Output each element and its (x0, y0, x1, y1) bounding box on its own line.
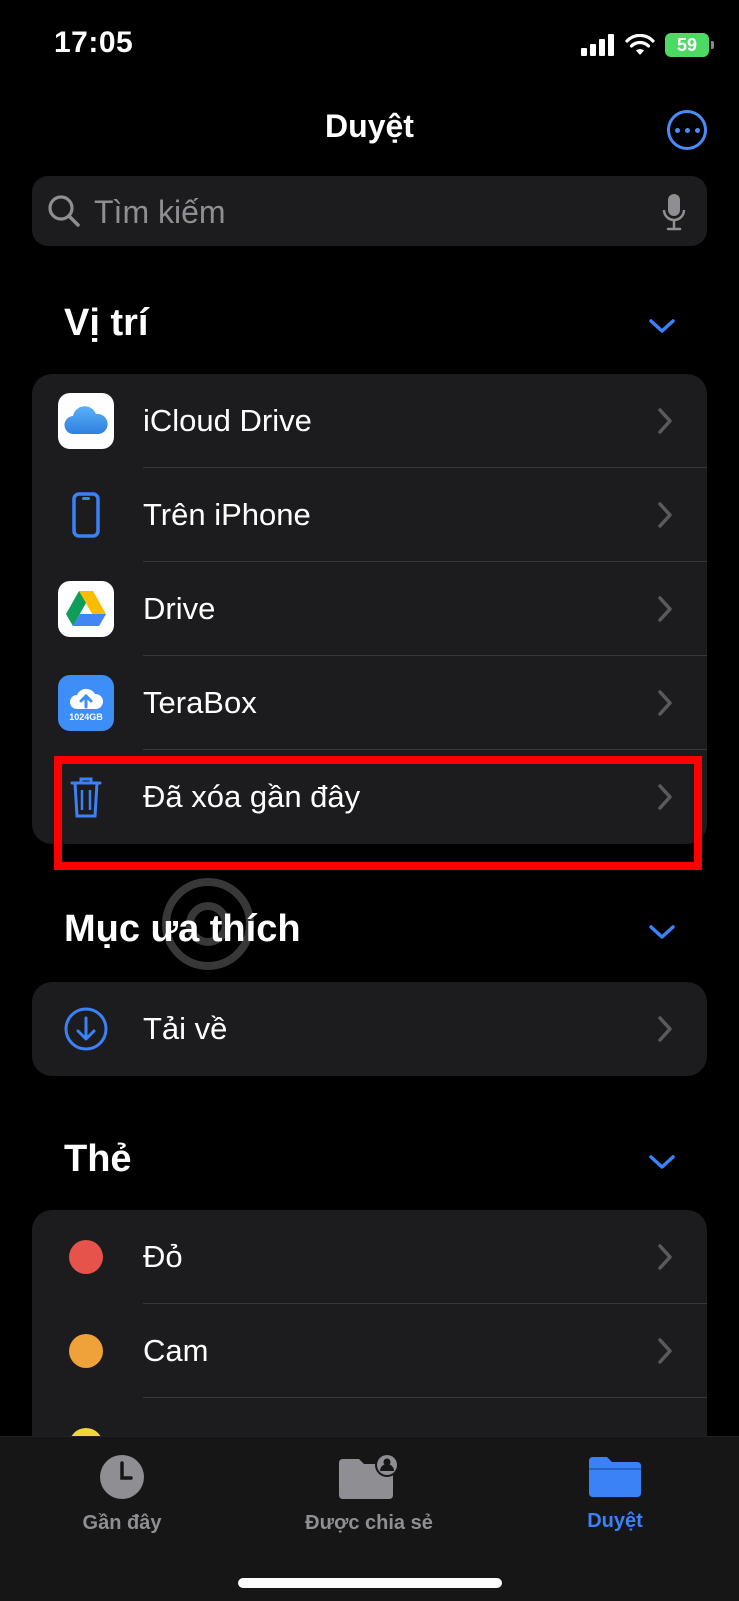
more-options-button[interactable] (667, 110, 707, 150)
list-item-label: Đỏ (143, 1239, 183, 1274)
folder-icon (589, 1457, 641, 1497)
chevron-right-icon (658, 690, 672, 716)
dot-icon (674, 127, 680, 133)
list-item-label: iCloud Drive (143, 403, 312, 438)
highlight-box (54, 756, 702, 870)
search-icon (48, 195, 80, 227)
chevron-down-icon[interactable] (649, 318, 675, 334)
download-icon (58, 1001, 114, 1057)
status-bar: 17:05 59 (0, 0, 739, 90)
search-input[interactable] (92, 176, 656, 248)
tab-label: Gần đây (82, 1512, 162, 1534)
list-item-tag-orange[interactable]: Cam (32, 1304, 707, 1398)
section-title-locations: Vị trí (64, 302, 149, 344)
shared-folder-icon (339, 1453, 399, 1499)
tab-label: Được chia sẻ (305, 1512, 433, 1534)
wifi-icon (625, 34, 655, 55)
list-item-icloud-drive[interactable]: iCloud Drive (32, 374, 707, 468)
chevron-down-icon[interactable] (649, 1154, 675, 1170)
home-indicator (238, 1578, 502, 1588)
terabox-badge: 1024GB (69, 711, 103, 722)
chevron-right-icon (658, 596, 672, 622)
google-drive-icon (58, 581, 114, 637)
section-title-tags: Thẻ (64, 1138, 132, 1180)
list-item-on-iphone[interactable]: Trên iPhone (32, 468, 707, 562)
favorites-list: Tải về (32, 982, 707, 1076)
status-time: 17:05 (54, 26, 134, 59)
list-item-drive[interactable]: Drive (32, 562, 707, 656)
chevron-right-icon (658, 1016, 672, 1042)
tab-shared[interactable]: Được chia sẻ (269, 1453, 469, 1535)
chevron-right-icon (658, 502, 672, 528)
tab-bar: Gần đây Được chia sẻ Duyệt (0, 1436, 739, 1601)
cellular-signal-icon (581, 34, 614, 56)
tags-list: Đỏ Cam (32, 1210, 707, 1470)
tag-dot-icon (58, 1229, 114, 1285)
microphone-icon[interactable] (661, 192, 687, 232)
list-item-label: TeraBox (143, 685, 257, 720)
list-item-downloads[interactable]: Tải về (32, 982, 707, 1076)
list-item-terabox[interactable]: 1024GB TeraBox (32, 656, 707, 750)
icloud-icon (58, 393, 114, 449)
chevron-right-icon (658, 408, 672, 434)
chevron-right-icon (658, 1244, 672, 1270)
list-item-label: Tải về (143, 1011, 228, 1046)
list-item-label: Cam (143, 1333, 209, 1368)
dot-icon (684, 127, 690, 133)
battery-level: 59 (676, 34, 698, 55)
chevron-down-icon[interactable] (649, 924, 675, 940)
tag-dot-icon (58, 1323, 114, 1379)
chevron-right-icon (658, 1338, 672, 1364)
tab-label: Duyệt (587, 1510, 643, 1532)
dot-icon (694, 127, 700, 133)
tab-browse[interactable]: Duyệt (515, 1453, 715, 1533)
watermark (160, 876, 256, 972)
status-icons: 59 (581, 30, 714, 60)
list-item-label: Trên iPhone (143, 497, 311, 532)
terabox-icon: 1024GB (58, 675, 114, 731)
watermark-logo-icon (162, 878, 254, 970)
list-item-label: Drive (143, 591, 216, 626)
clock-icon (100, 1455, 144, 1499)
page-title: Duyệt (325, 108, 414, 144)
battery-icon: 59 (665, 33, 714, 57)
tab-recents[interactable]: Gần đây (22, 1453, 222, 1535)
list-item-tag-red[interactable]: Đỏ (32, 1210, 707, 1304)
iphone-icon (58, 487, 114, 543)
search-bar[interactable] (32, 176, 707, 248)
